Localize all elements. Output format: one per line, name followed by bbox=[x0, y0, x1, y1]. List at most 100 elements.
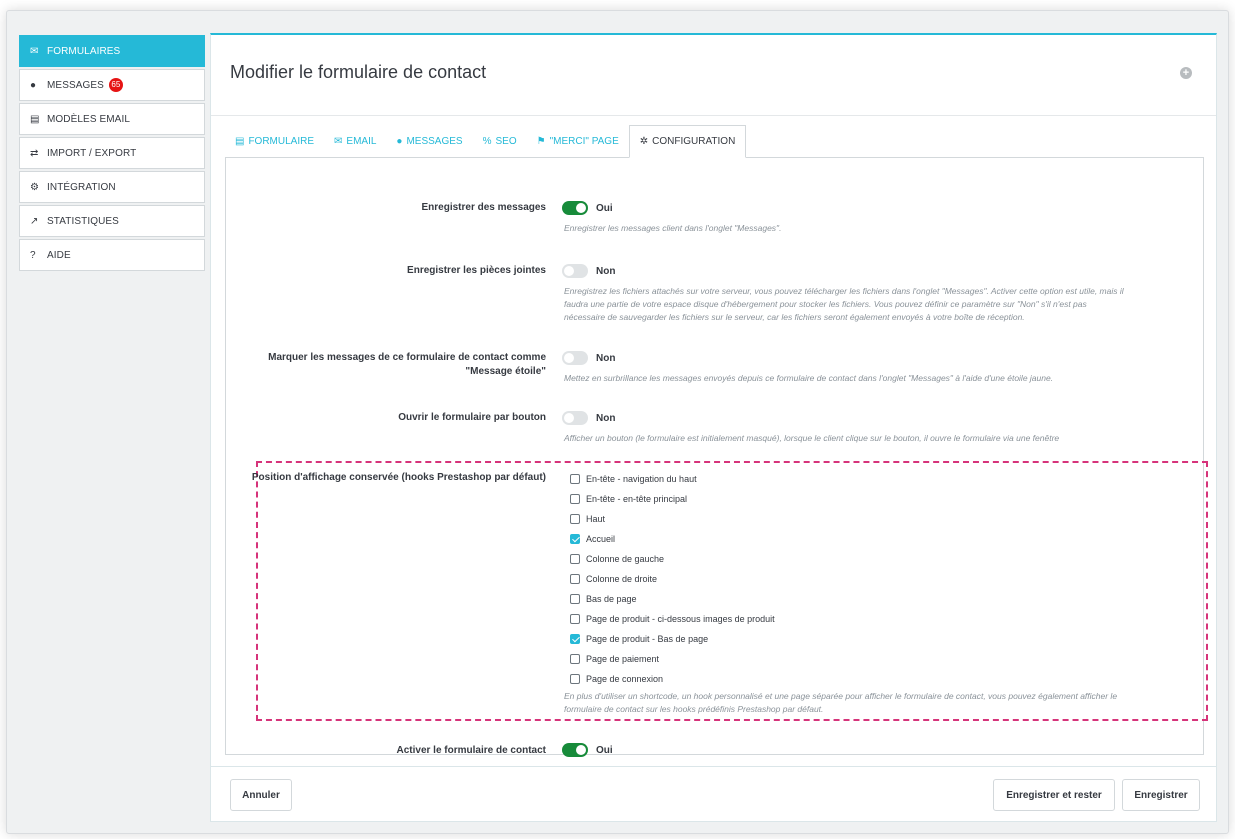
open-by-button-label: Ouvrir le formulaire par bouton bbox=[398, 412, 546, 423]
help-line: formulaire de contact sur les hooks préd… bbox=[564, 704, 824, 714]
checkbox[interactable] bbox=[570, 514, 580, 524]
checkbox[interactable] bbox=[570, 574, 580, 584]
save-attachments-switch[interactable] bbox=[562, 264, 588, 278]
checkbox[interactable] bbox=[570, 534, 580, 544]
messages-count-badge: 65 bbox=[108, 78, 123, 92]
tab-label: EMAIL bbox=[346, 135, 377, 147]
position-option[interactable]: Colonne de droite bbox=[570, 573, 657, 585]
help-line: En plus d'utiliser un shortcode, un hook… bbox=[564, 691, 1118, 701]
envelope-icon: ✉ bbox=[30, 45, 39, 57]
page-title: Modifier le formulaire de contact bbox=[230, 62, 487, 82]
exchange-icon: ⇄ bbox=[30, 147, 39, 159]
position-option[interactable]: Haut bbox=[570, 513, 605, 525]
position-option[interactable]: Page de connexion bbox=[570, 673, 663, 685]
option-label: Colonne de gauche bbox=[586, 554, 665, 564]
main-panel: Modifier le formulaire de contact + ▤ FO… bbox=[210, 33, 1217, 771]
position-option[interactable]: Page de paiement bbox=[570, 653, 659, 665]
position-option[interactable]: Accueil bbox=[570, 533, 615, 545]
option-label: Colonne de droite bbox=[586, 574, 658, 584]
plus-circle-icon[interactable]: + bbox=[1180, 67, 1192, 79]
option-label: En-tête - en-tête principal bbox=[586, 494, 688, 504]
tab-email[interactable]: ✉ EMAIL bbox=[324, 125, 386, 157]
list-icon: ▤ bbox=[235, 135, 245, 147]
save-attachments-state: Non bbox=[596, 266, 616, 277]
help-line: nécessaire de sauvegarder les fichiers s… bbox=[564, 312, 1025, 322]
divider bbox=[211, 115, 1216, 116]
tab-label: FORMULAIRE bbox=[248, 135, 315, 147]
checkbox[interactable] bbox=[570, 654, 580, 664]
highlight-box bbox=[256, 461, 1208, 721]
enable-form-switch[interactable] bbox=[562, 743, 588, 757]
save-messages-label: Enregistrer des messages bbox=[421, 202, 546, 213]
checkbox[interactable] bbox=[570, 634, 580, 644]
position-option[interactable]: Bas de page bbox=[570, 593, 637, 605]
tab-messages[interactable]: ● MESSAGES bbox=[386, 125, 472, 157]
option-label: Haut bbox=[586, 514, 606, 524]
tab-configuration[interactable]: ✲ CONFIGURATION bbox=[628, 125, 747, 158]
sidebar-item-formulaires[interactable]: ✉ FORMULAIRES bbox=[19, 35, 205, 67]
option-label: Page de paiement bbox=[586, 654, 660, 664]
label-line: "Message étoile" bbox=[465, 366, 546, 377]
tab-label: CONFIGURATION bbox=[652, 136, 736, 147]
sidebar-item-label: INTÉGRATION bbox=[47, 181, 116, 193]
sidebar-item-label: FORMULAIRES bbox=[47, 45, 121, 57]
checkbox[interactable] bbox=[570, 614, 580, 624]
sidebar-item-label: MODÈLES EMAIL bbox=[47, 113, 130, 125]
envelope-icon: ✉ bbox=[334, 135, 343, 147]
sidebar-item-messages[interactable]: ● MESSAGES 65 bbox=[19, 69, 205, 101]
flag-icon: ⚑ bbox=[536, 135, 546, 147]
sidebar-item-help[interactable]: ? AIDE bbox=[19, 239, 205, 271]
configuration-form: Enregistrer des messages Oui Enregistrer… bbox=[225, 157, 1208, 757]
position-option[interactable]: Colonne de gauche bbox=[570, 553, 664, 565]
position-option[interactable]: En-tête - navigation du haut bbox=[570, 473, 697, 485]
sidebar: ✉ FORMULAIRES ● MESSAGES 65 ▤ MODÈLES EM… bbox=[19, 35, 205, 273]
tab-seo[interactable]: % SEO bbox=[473, 125, 527, 157]
sidebar-item-statistics[interactable]: ↗ STATISTIQUES bbox=[19, 205, 205, 237]
cogs-icon: ⚙ bbox=[30, 181, 40, 193]
save-attachments-help: Enregistrez les fichiers attachés sur vo… bbox=[564, 285, 1124, 324]
comments-icon: ● bbox=[30, 79, 37, 91]
star-messages-state: Non bbox=[596, 353, 616, 364]
checkbox[interactable] bbox=[570, 594, 580, 604]
app-window: ✉ FORMULAIRES ● MESSAGES 65 ▤ MODÈLES EM… bbox=[6, 10, 1229, 834]
sidebar-item-email-templates[interactable]: ▤ MODÈLES EMAIL bbox=[19, 103, 205, 135]
open-by-button-help: Afficher un bouton (le formulaire est in… bbox=[564, 433, 1060, 443]
sidebar-item-label: AIDE bbox=[47, 249, 71, 261]
save-messages-help: Enregistrer les messages client dans l'o… bbox=[564, 223, 782, 233]
tab-merci-page[interactable]: ⚑ "MERCI" PAGE bbox=[527, 125, 629, 157]
help-line: Enregistrez les fichiers attachés sur vo… bbox=[564, 286, 1124, 296]
position-option[interactable]: En-tête - en-tête principal bbox=[570, 493, 687, 505]
sidebar-item-label: STATISTIQUES bbox=[47, 215, 119, 227]
cancel-button[interactable]: Annuler bbox=[230, 779, 292, 811]
option-label: Page de produit - Bas de page bbox=[586, 634, 709, 644]
star-messages-switch[interactable] bbox=[562, 351, 588, 365]
line-chart-icon: ↗ bbox=[30, 215, 39, 227]
save-and-stay-button[interactable]: Enregistrer et rester bbox=[993, 779, 1115, 811]
star-messages-help: Mettez en surbrillance les messages envo… bbox=[564, 373, 1054, 383]
checkbox[interactable] bbox=[570, 554, 580, 564]
checkbox[interactable] bbox=[570, 474, 580, 484]
save-button[interactable]: Enregistrer bbox=[1122, 779, 1200, 811]
sidebar-item-integration[interactable]: ⚙ INTÉGRATION bbox=[19, 171, 205, 203]
save-messages-switch[interactable] bbox=[562, 201, 588, 215]
open-by-button-state: Non bbox=[596, 413, 616, 424]
comments-icon: ● bbox=[396, 135, 403, 147]
cog-icon: ✲ bbox=[639, 136, 649, 147]
enable-form-label: Activer le formulaire de contact bbox=[396, 745, 547, 756]
sidebar-item-label: IMPORT / EXPORT bbox=[47, 147, 137, 159]
form-footer: Annuler Enregistrer et rester Enregistre… bbox=[210, 766, 1217, 822]
option-label: Page de produit - ci-dessous images de p… bbox=[586, 614, 775, 624]
tab-label: MESSAGES bbox=[406, 135, 463, 147]
tab-label: "MERCI" PAGE bbox=[549, 135, 619, 147]
enable-form-state: Oui bbox=[596, 745, 613, 756]
positions-label: Position d'affichage conservée (hooks Pr… bbox=[251, 472, 546, 483]
tab-formulaire[interactable]: ▤ FORMULAIRE bbox=[225, 125, 324, 157]
checkbox[interactable] bbox=[570, 674, 580, 684]
open-by-button-switch[interactable] bbox=[562, 411, 588, 425]
star-messages-label: Marquer les messages de ce formulaire de… bbox=[226, 351, 546, 379]
position-option[interactable]: Page de produit - ci-dessous images de p… bbox=[570, 613, 775, 625]
checkbox[interactable] bbox=[570, 494, 580, 504]
sidebar-item-import-export[interactable]: ⇄ IMPORT / EXPORT bbox=[19, 137, 205, 169]
position-option[interactable]: Page de produit - Bas de page bbox=[570, 633, 708, 645]
save-attachments-label: Enregistrer les pièces jointes bbox=[407, 265, 546, 276]
